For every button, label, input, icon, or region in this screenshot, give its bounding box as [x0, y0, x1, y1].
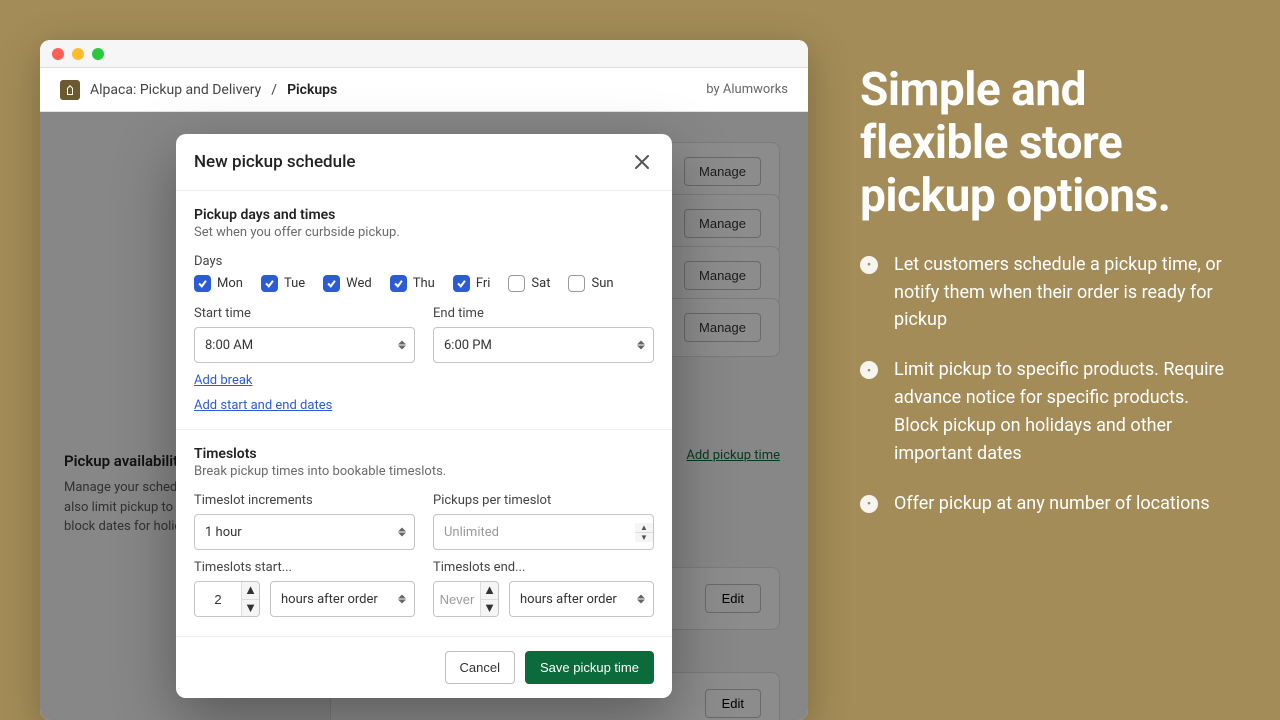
checkbox-checked-icon[interactable] — [323, 275, 340, 292]
stepper-up-icon[interactable]: ▲ — [481, 582, 498, 600]
bullet-text: Limit pickup to specific products. Requi… — [894, 356, 1230, 468]
stepper-down-icon[interactable]: ▼ — [481, 600, 498, 617]
checkbox-checked-icon[interactable] — [194, 275, 211, 292]
marketing-bullet: • Offer pickup at any number of location… — [860, 490, 1230, 518]
modal-title: New pickup schedule — [194, 152, 356, 172]
stepper-down-icon[interactable]: ▼ — [635, 533, 653, 542]
byline: by Alumworks — [706, 82, 788, 97]
bullet-text: Let customers schedule a pickup time, or… — [894, 251, 1230, 335]
days-label: Days — [194, 254, 654, 269]
day-label: Sun — [591, 276, 613, 291]
end-time-select[interactable]: 6:00 PM — [433, 327, 654, 363]
stepper-up-icon[interactable]: ▲ — [635, 523, 653, 533]
titlebar — [40, 40, 808, 68]
save-pickup-time-button[interactable]: Save pickup time — [525, 651, 654, 684]
timeslots-end-stepper[interactable]: ▲ ▼ — [433, 581, 499, 617]
end-time-label: End time — [433, 306, 654, 321]
checkbox-checked-icon[interactable] — [390, 275, 407, 292]
timeslots-start-stepper[interactable]: ▲ ▼ — [194, 581, 260, 617]
marketing-bullet: • Limit pickup to specific products. Req… — [860, 356, 1230, 468]
increments-select[interactable]: 1 hour — [194, 514, 415, 550]
pickups-placeholder: Unlimited — [434, 525, 635, 540]
ts-start-label: Timeslots start... — [194, 560, 415, 575]
ts-end-label: Timeslots end... — [433, 560, 654, 575]
day-tue[interactable]: Tue — [261, 275, 305, 292]
breadcrumb-sep: / — [271, 82, 277, 98]
marketing-bullet: • Let customers schedule a pickup time, … — [860, 251, 1230, 335]
section-title: Pickup days and times — [194, 207, 654, 223]
select-caret-icon — [637, 341, 645, 350]
app-logo-icon — [60, 80, 80, 100]
add-dates-link[interactable]: Add start and end dates — [194, 398, 332, 413]
modal-body: Pickup days and times Set when you offer… — [176, 191, 672, 636]
day-mon[interactable]: Mon — [194, 275, 243, 292]
divider — [176, 429, 672, 430]
stepper-down-icon[interactable]: ▼ — [242, 600, 259, 617]
modal-footer: Cancel Save pickup time — [176, 636, 672, 698]
breadcrumb-current[interactable]: Pickups — [287, 82, 337, 98]
add-break-link[interactable]: Add break — [194, 373, 253, 388]
new-pickup-schedule-modal: New pickup schedule Pickup days and time… — [176, 134, 672, 698]
select-caret-icon — [398, 341, 406, 350]
close-icon[interactable] — [630, 150, 654, 174]
section-subtitle: Set when you offer curbside pickup. — [194, 225, 654, 240]
day-label: Mon — [217, 276, 243, 291]
breadcrumb-app[interactable]: Alpaca: Pickup and Delivery — [90, 82, 261, 98]
modal-header: New pickup schedule — [176, 134, 672, 191]
stepper-spin[interactable]: ▲ ▼ — [480, 582, 498, 616]
start-time-value: 8:00 AM — [205, 338, 253, 353]
stepper-up-icon[interactable]: ▲ — [242, 582, 259, 600]
timeslots-end-value[interactable] — [434, 582, 480, 616]
select-caret-icon — [398, 528, 406, 537]
close-window-icon[interactable] — [52, 48, 64, 60]
ts-end-unit-select[interactable]: hours after order — [509, 581, 654, 617]
select-caret-icon — [398, 595, 406, 604]
start-time-label: Start time — [194, 306, 415, 321]
cancel-button[interactable]: Cancel — [445, 651, 515, 684]
day-wed[interactable]: Wed — [323, 275, 372, 292]
day-label: Fri — [476, 276, 491, 291]
day-sat[interactable]: Sat — [508, 275, 550, 292]
maximize-window-icon[interactable] — [92, 48, 104, 60]
day-thu[interactable]: Thu — [390, 275, 435, 292]
day-label: Sat — [531, 276, 550, 291]
day-label: Wed — [346, 276, 372, 291]
days-row: Mon Tue Wed Thu Fri Sat — [194, 275, 654, 292]
checkbox-checked-icon[interactable] — [453, 275, 470, 292]
app-bar: Alpaca: Pickup and Delivery / Pickups by… — [40, 68, 808, 112]
checkbox-checked-icon[interactable] — [261, 275, 278, 292]
stepper-spin[interactable]: ▲ ▼ — [635, 523, 653, 542]
day-label: Tue — [284, 276, 305, 291]
bullet-text: Offer pickup at any number of locations — [894, 490, 1210, 518]
checkbox-unchecked-icon[interactable] — [508, 275, 525, 292]
marketing-headline: Simple and flexible store pickup options… — [860, 64, 1230, 223]
day-fri[interactable]: Fri — [453, 275, 491, 292]
section-subtitle: Break pickup times into bookable timeslo… — [194, 464, 654, 479]
marketing-panel: Simple and flexible store pickup options… — [860, 64, 1230, 540]
end-time-value: 6:00 PM — [444, 338, 492, 353]
ts-start-unit: hours after order — [281, 592, 378, 607]
bullet-icon: • — [860, 495, 878, 513]
start-time-select[interactable]: 8:00 AM — [194, 327, 415, 363]
ts-end-unit: hours after order — [520, 592, 617, 607]
stepper-spin[interactable]: ▲ ▼ — [241, 582, 259, 616]
bullet-icon: • — [860, 361, 878, 379]
increments-value: 1 hour — [205, 525, 242, 540]
pickups-label: Pickups per timeslot — [433, 493, 654, 508]
pickups-per-timeslot-input[interactable]: Unlimited ▲ ▼ — [433, 514, 654, 550]
checkbox-unchecked-icon[interactable] — [568, 275, 585, 292]
select-caret-icon — [637, 595, 645, 604]
increments-label: Timeslot increments — [194, 493, 415, 508]
bullet-icon: • — [860, 256, 878, 274]
day-label: Thu — [413, 276, 435, 291]
ts-start-unit-select[interactable]: hours after order — [270, 581, 415, 617]
section-title: Timeslots — [194, 446, 654, 462]
minimize-window-icon[interactable] — [72, 48, 84, 60]
timeslots-start-value[interactable] — [195, 582, 241, 616]
day-sun[interactable]: Sun — [568, 275, 613, 292]
